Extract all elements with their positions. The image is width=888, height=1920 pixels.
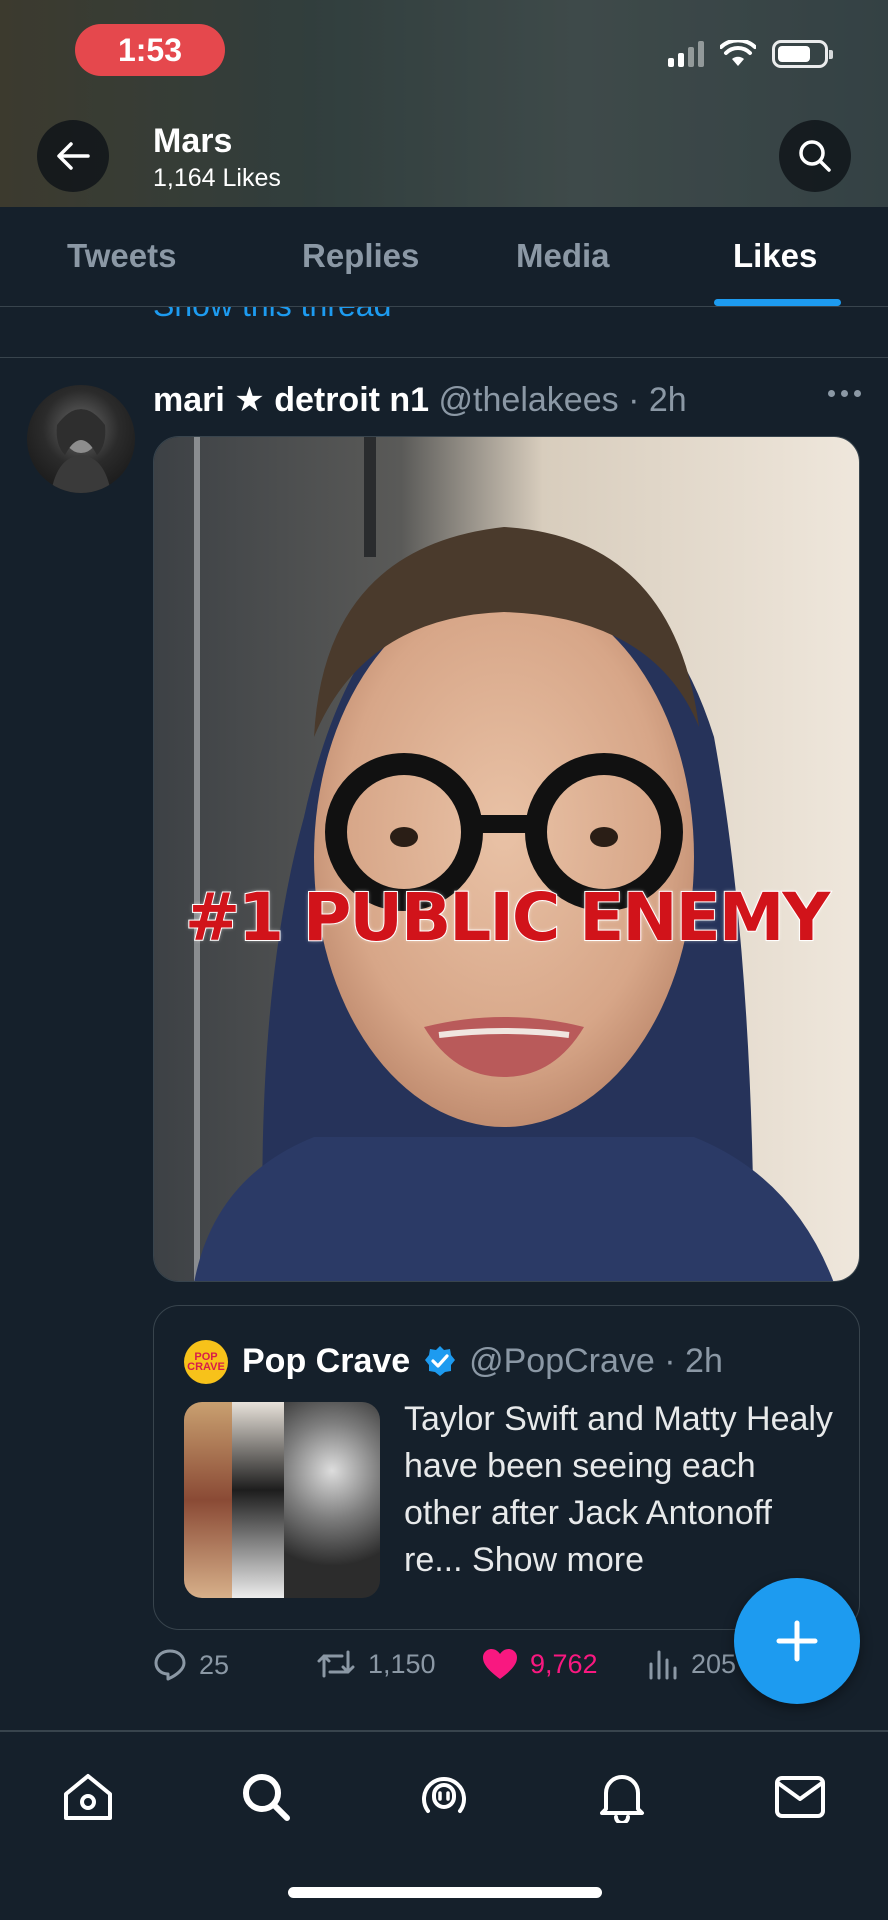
signal-icon [668, 41, 704, 67]
profile-header: 1:53 Mars 1,164 Likes [0, 0, 888, 207]
quote-author-name: Pop Crave [242, 1342, 411, 1380]
tab-media[interactable]: Media [516, 237, 610, 275]
profile-tabs: Tweets Replies Media Likes [0, 207, 888, 307]
show-more-link[interactable]: Show more [472, 1541, 644, 1579]
like-count: 9,762 [530, 1648, 598, 1679]
like-button[interactable]: 9,762 [482, 1648, 598, 1680]
quote-author-line: Pop Crave @PopCrave · 2h [242, 1342, 723, 1381]
status-time: 1:53 [75, 24, 225, 76]
explore-icon [243, 1774, 290, 1821]
home-indicator[interactable] [288, 1887, 602, 1898]
tab-likes[interactable]: Likes [733, 237, 817, 275]
nav-spaces[interactable] [414, 1767, 474, 1827]
tweet-media[interactable]: #1 PUBLIC ENEMY [153, 436, 860, 1282]
author-name[interactable]: mari ★ detroit n1 [153, 381, 429, 419]
search-button[interactable] [779, 120, 851, 192]
quote-author-handle: @PopCrave [469, 1342, 655, 1380]
quote-thumbnail [184, 1402, 380, 1598]
battery-icon [772, 40, 833, 68]
quote-author-avatar: POP CRAVE [184, 1340, 228, 1384]
nav-messages[interactable] [770, 1767, 830, 1827]
nav-notifications[interactable] [592, 1767, 652, 1827]
home-icon [64, 1774, 112, 1820]
wifi-icon [720, 40, 756, 66]
status-icons [668, 40, 833, 68]
reply-button[interactable]: 25 [153, 1648, 229, 1682]
spaces-icon [422, 1777, 466, 1813]
more-icon[interactable] [828, 390, 861, 397]
heart-icon [483, 1649, 517, 1679]
views-count: 205 [691, 1648, 737, 1679]
quoted-tweet[interactable]: POP CRAVE Pop Crave @PopCrave · 2h Taylo… [153, 1305, 860, 1630]
back-button[interactable] [37, 120, 109, 192]
back-arrow-icon [57, 142, 90, 170]
media-caption: #1 PUBLIC ENEMY [184, 878, 831, 957]
tweet-author-line: mari ★ detroit n1 @thelakees · 2h [153, 380, 687, 420]
views-button[interactable]: 205 [647, 1648, 736, 1680]
compose-plus-icon [776, 1620, 818, 1662]
profile-name: Mars [153, 122, 233, 160]
active-tab-indicator [714, 299, 841, 306]
tab-tweets[interactable]: Tweets [67, 237, 176, 275]
quote-time: · 2h [664, 1342, 723, 1380]
notifications-icon [600, 1775, 644, 1823]
tweet-time: · 2h [628, 381, 687, 419]
retweet-count: 1,150 [368, 1648, 436, 1679]
search-icon [799, 140, 831, 172]
divider [0, 357, 888, 358]
retweet-button[interactable]: 1,150 [316, 1648, 436, 1680]
profile-likes-count: 1,164 Likes [153, 164, 281, 192]
nav-home[interactable] [58, 1767, 118, 1827]
verified-icon [424, 1346, 455, 1376]
tab-replies[interactable]: Replies [302, 237, 419, 275]
nav-explore[interactable] [236, 1767, 296, 1827]
retweet-icon [317, 1650, 355, 1678]
reply-count: 25 [199, 1649, 230, 1680]
quote-text: Taylor Swift and Matty Healy have been s… [404, 1400, 833, 1579]
messages-icon [775, 1776, 825, 1818]
author-handle[interactable]: @thelakees [439, 381, 619, 419]
author-avatar[interactable] [27, 385, 135, 493]
reply-icon [154, 1649, 186, 1681]
views-icon [649, 1650, 677, 1680]
compose-button[interactable] [734, 1578, 860, 1704]
